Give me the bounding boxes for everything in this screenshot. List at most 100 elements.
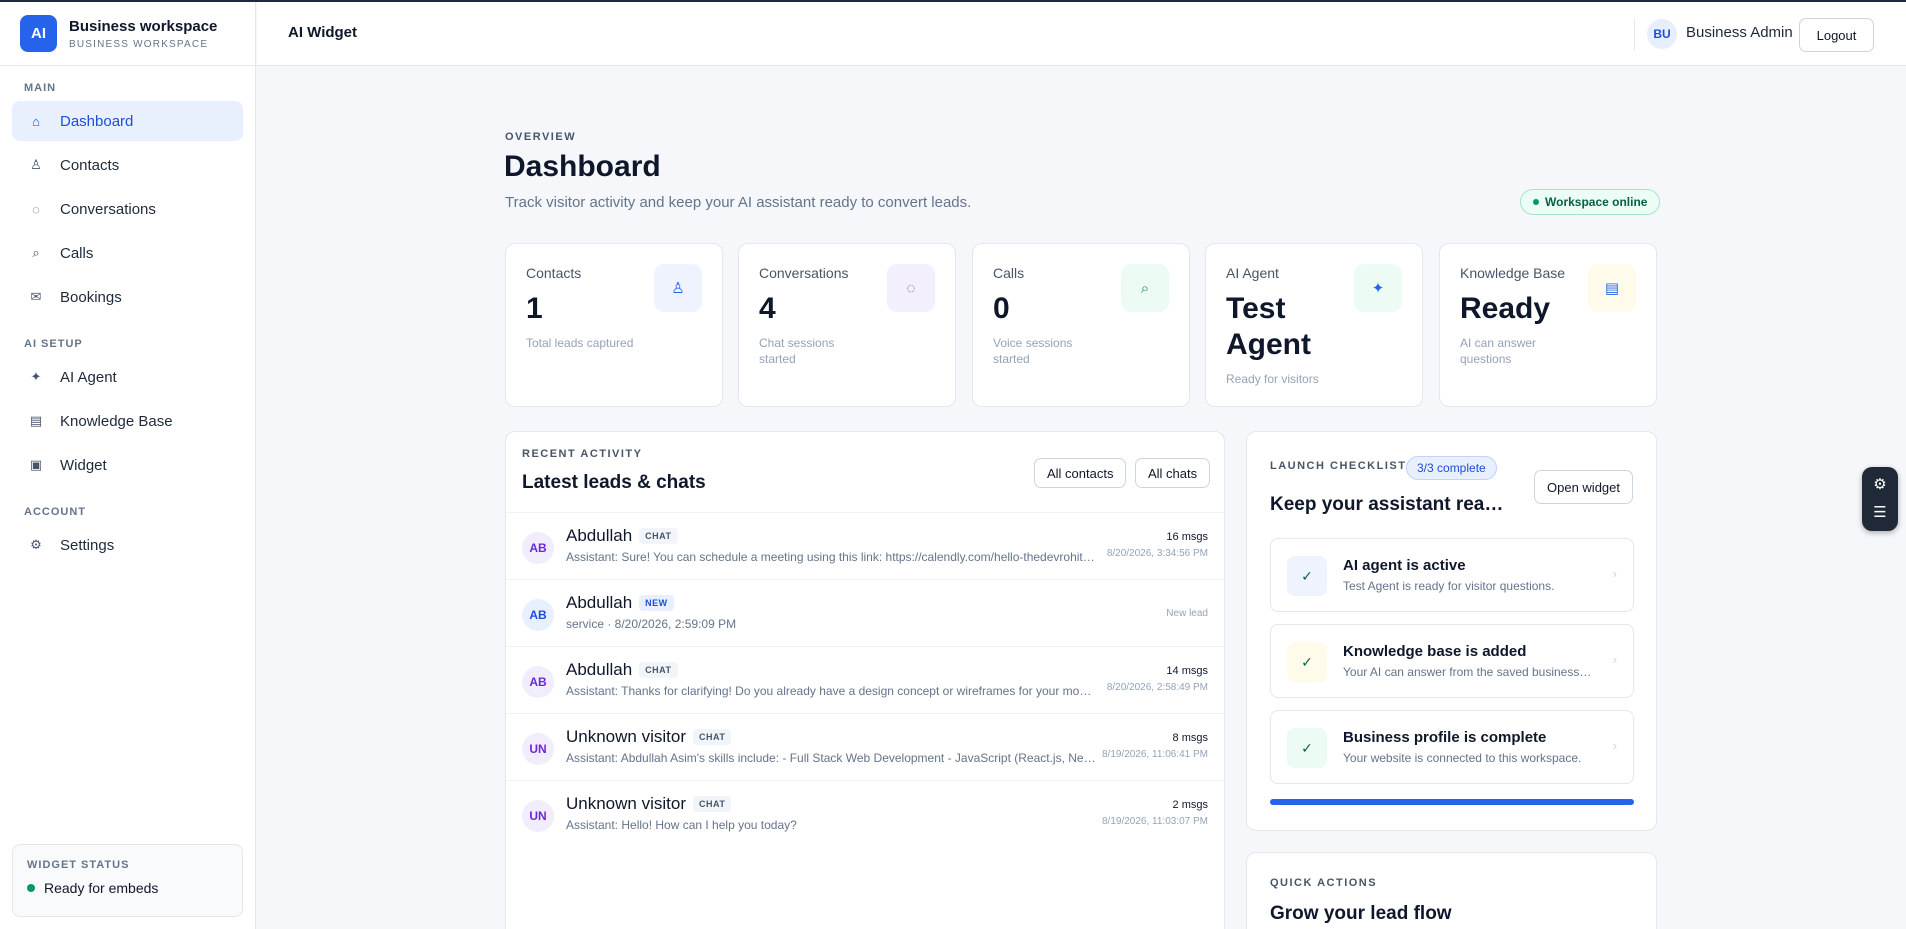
sidebar-item-widget[interactable]: ▣ Widget [12,445,243,485]
row-timestamp: 8/19/2026, 11:03:07 PM [1101,816,1208,827]
open-widget-button[interactable]: Open widget [1534,470,1633,504]
gear-icon[interactable]: ⚙ [1862,475,1898,493]
stat-card-knowledge-base[interactable]: Knowledge Base Ready AI can answer quest… [1439,243,1657,407]
stat-value: Test Agent [1226,292,1311,361]
activity-label: RECENT ACTIVITY [522,448,643,460]
user-avatar[interactable]: BU [1647,19,1677,49]
checklist-item-knowledge-base[interactable]: ✓ Knowledge base is added Your AI can an… [1270,624,1634,698]
menu-icon[interactable]: ☰ [1862,503,1898,521]
checklist-item-ai-agent[interactable]: ✓ AI agent is active Test Agent is ready… [1270,538,1634,612]
row-message: Assistant: Hello! How can I help you tod… [566,818,797,832]
header-divider [1634,18,1635,50]
row-message: Assistant: Abdullah Asim's skills includ… [566,751,1096,765]
check-icon: ✓ [1287,642,1327,682]
message-count: 8 msgs [1172,732,1208,744]
sidebar-item-calls[interactable]: ⌕ Calls [12,233,243,273]
logout-button[interactable]: Logout [1799,18,1874,52]
stat-value: 0 [993,292,1010,325]
avatar: AB [522,532,554,564]
chevron-right-icon: › [1612,566,1617,581]
widget-status-label: WIDGET STATUS [27,859,130,871]
sidebar-item-dashboard[interactable]: ⌂ Dashboard [12,101,243,141]
row-timestamp: 8/19/2026, 11:06:41 PM [1101,749,1208,760]
status-dot-icon [27,884,35,892]
user-icon: ♙ [654,264,702,312]
widget-status-card: WIDGET STATUS Ready for embeds [12,844,243,917]
home-icon: ⌂ [32,113,40,129]
row-name: Unknown visitor [566,794,686,813]
checklist-label: LAUNCH CHECKLIST [1270,460,1407,472]
chat-icon: ◌ [887,264,935,312]
list-item[interactable]: AB Abdullah CHAT Assistant: Sure! You can… [506,513,1224,580]
row-message: Assistant: Thanks for clarifying! Do you… [566,684,1096,698]
checklist-item-business-profile[interactable]: ✓ Business profile is complete Your webs… [1270,710,1634,784]
type-badge: CHAT [639,662,678,678]
stat-card-conversations[interactable]: Conversations 4 Chat sessions started ◌ [738,243,956,407]
message-count: 16 msgs [1166,531,1208,543]
checklist-title: Keep your assistant ready for visitors [1270,494,1510,515]
recent-activity-panel: RECENT ACTIVITY Latest leads & chats All… [505,431,1225,929]
sidebar-item-label: Knowledge Base [60,412,173,430]
type-badge: NEW [639,595,674,611]
sidebar-item-contacts[interactable]: ♙ Contacts [12,145,243,185]
sidebar-item-label: Contacts [60,156,120,174]
row-name: Abdullah [566,593,633,612]
phone-icon: ⌕ [32,245,40,260]
type-badge: CHAT [693,729,732,745]
sidebar-item-label: Calls [60,244,94,262]
chevron-right-icon: › [1612,652,1617,667]
chat-icon: ◌ [32,201,40,217]
stat-card-contacts[interactable]: Contacts 1 Total leads captured ♙ [505,243,723,407]
mail-icon: ✉ [30,289,42,304]
brand-name: Business workspace [69,17,218,35]
widget-icon: ▣ [29,457,43,472]
avatar: UN [522,800,554,832]
list-item[interactable]: UN Unknown visitor CHAT Assistant: Abdull… [506,714,1224,781]
sidebar-item-settings[interactable]: ⚙ Settings [12,525,243,565]
quick-actions-title: Grow your lead flow [1270,903,1452,924]
launch-checklist-panel: LAUNCH CHECKLIST 3/3 complete Keep your … [1246,431,1657,831]
type-badge: CHAT [639,528,678,544]
online-dot-icon [1533,199,1539,205]
nav-section-ai-setup: AI SETUP [24,338,83,350]
activity-title: Latest leads & chats [522,472,706,493]
all-contacts-button[interactable]: All contacts [1034,458,1127,488]
message-count: 14 msgs [1166,665,1208,677]
type-badge: CHAT [693,796,732,812]
sidebar-item-knowledge-base[interactable]: ▤ Knowledge Base [12,401,243,441]
checklist-item-title: Knowledge base is added [1343,643,1527,660]
brand-logo: AI [20,15,57,52]
stat-value: 1 [526,292,543,325]
row-name: Abdullah [566,660,633,679]
quick-actions-panel: QUICK ACTIONS Grow your lead flow [1246,852,1657,929]
all-chats-button[interactable]: All chats [1135,458,1211,488]
sparkle-icon: ✦ [1354,264,1402,312]
list-item[interactable]: AB Abdullah NEW service · 8/20/2026, 2:59… [506,580,1224,647]
stat-description: AI can answer questions [1460,336,1537,366]
nav-section-main: MAIN [24,82,57,94]
sidebar-item-conversations[interactable]: ◌ Conversations [12,189,243,229]
avatar: AB [522,599,554,631]
list-item[interactable]: AB Abdullah CHAT Assistant: Thanks for cl… [506,647,1224,714]
stat-card-ai-agent[interactable]: AI Agent Test Agent Ready for visitors ✦ [1205,243,1423,407]
gear-icon: ⚙ [30,537,42,552]
sidebar-item-ai-agent[interactable]: ✦ AI Agent [12,357,243,397]
checklist-item-desc: Test Agent is ready for visitor question… [1343,579,1555,593]
list-item[interactable]: UN Unknown visitor CHAT Assistant: Hello!… [506,781,1224,848]
checklist-item-title: AI agent is active [1343,557,1466,574]
floating-toolbar: ⚙ ☰ [1862,467,1898,531]
sidebar-item-bookings[interactable]: ✉ Bookings [12,277,243,317]
stat-card-calls[interactable]: Calls 0 Voice sessions started ⌕ [972,243,1190,407]
row-message: service · 8/20/2026, 2:59:09 PM [566,617,737,631]
message-count: 2 msgs [1172,799,1208,811]
stat-description: Total leads captured [526,336,634,350]
brand[interactable]: AI Business workspace BUSINESS WORKSPACE [0,2,255,66]
sidebar-item-label: Settings [60,536,115,554]
user-icon: ♙ [30,157,42,172]
widget-status-value: Ready for embeds [44,880,159,896]
sidebar-item-label: Widget [60,456,107,474]
checklist-item-title: Business profile is complete [1343,729,1547,746]
checklist-progress-bar [1270,799,1634,805]
avatar: AB [522,666,554,698]
page-title: Dashboard [504,150,661,183]
